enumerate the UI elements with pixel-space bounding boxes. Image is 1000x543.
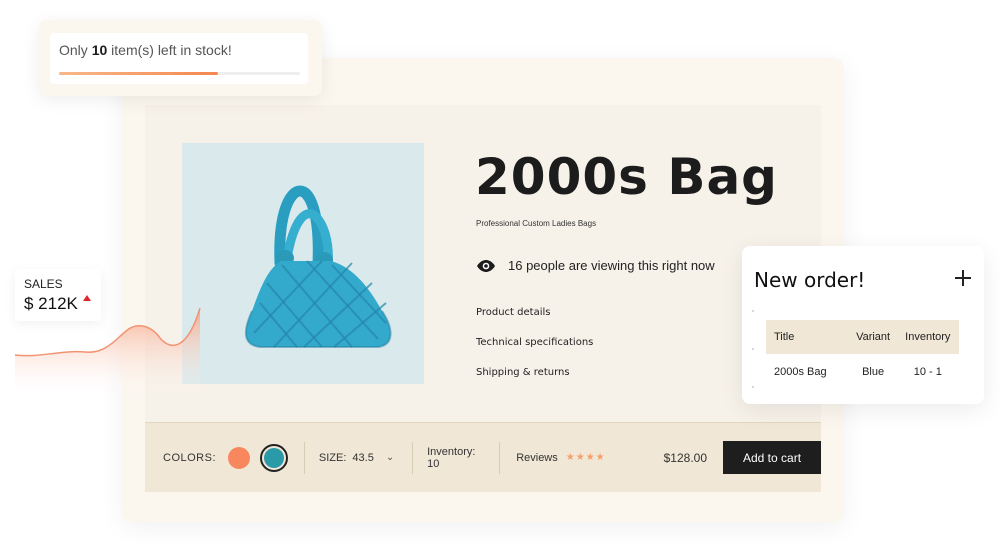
color-swatch-blue <box>264 447 285 468</box>
link-shipping-returns[interactable]: Shipping & returns <box>476 367 593 378</box>
trend-up-icon <box>83 295 91 301</box>
header-inventory: Inventory <box>896 320 959 354</box>
price-section: $128.00 Add to cart <box>606 423 822 492</box>
stock-progress-fill <box>59 72 219 75</box>
stock-suffix: item(s) left in stock! <box>107 42 232 58</box>
stock-card: Only 10 item(s) left in stock! <box>39 20 322 96</box>
cell-variant: Blue <box>862 366 885 378</box>
link-technical-specifications[interactable]: Technical specifications <box>476 337 593 348</box>
size-value: 43.5 <box>352 451 374 464</box>
inventory-text: Inventory: 10 <box>427 445 476 470</box>
colors-section: COLORS: <box>145 423 304 492</box>
color-swatch-orange[interactable] <box>228 446 251 469</box>
header-variant: Variant <box>849 320 897 354</box>
plus-icon[interactable] <box>955 270 971 286</box>
bag-illustration <box>244 185 392 348</box>
product-page-mockup: 2000s Bag Professional Custom Ladies Bag… <box>0 0 1000 543</box>
table-header-row: Title Variant Inventory <box>766 320 959 354</box>
reviews-section[interactable]: Reviews ★★★★ <box>500 423 605 492</box>
viewers-notice: 16 people are viewing this right now <box>476 258 715 273</box>
color-swatch-blue-selected[interactable] <box>260 443 289 472</box>
side-dots <box>752 308 755 388</box>
star-rating-icon: ★★★★ <box>565 452 606 463</box>
cell-title: 2000s Bag <box>774 366 827 378</box>
product-subtitle: Professional Custom Ladies Bags <box>476 219 597 228</box>
product-title: 2000s Bag <box>475 148 778 206</box>
sales-label: SALES <box>24 277 63 291</box>
size-selector[interactable]: SIZE: 43.5 ⌄ <box>305 423 412 492</box>
inventory-section: Inventory: 10 <box>413 423 499 492</box>
sales-card: SALES $ 212K <box>15 269 101 321</box>
size-label: SIZE: <box>318 451 347 464</box>
stock-card-inner: Only 10 item(s) left in stock! <box>50 33 308 84</box>
eye-icon <box>477 259 495 272</box>
price: $128.00 <box>663 450 708 465</box>
stock-prefix: Only <box>59 42 92 58</box>
table-row: 2000s Bag Blue 10 - 1 <box>766 354 959 390</box>
header-title: Title <box>766 320 850 354</box>
stock-count: 10 <box>91 42 108 58</box>
link-product-details[interactable]: Product details <box>476 307 593 318</box>
product-image <box>182 143 424 384</box>
add-to-cart-button[interactable]: Add to cart <box>723 441 822 474</box>
product-links: Product details Technical specifications… <box>476 307 593 397</box>
colors-label: COLORS: <box>163 451 217 464</box>
new-order-title: New order! <box>754 268 866 292</box>
stock-text: Only 10 item(s) left in stock! <box>59 42 232 58</box>
cell-inventory: 10 - 1 <box>913 366 942 378</box>
order-table: Title Variant Inventory 2000s Bag Blue 1… <box>766 320 959 390</box>
reviews-label: Reviews <box>516 451 558 464</box>
sales-value: $ 212K <box>24 294 78 313</box>
stock-progress-track <box>59 72 300 75</box>
viewers-text: 16 people are viewing this right now <box>508 258 715 273</box>
purchase-bar: COLORS: SIZE: 43.5 ⌄ Inventory: 10 Revie… <box>145 422 822 492</box>
new-order-card: New order! Title Variant Inventory 2000s… <box>742 246 984 404</box>
chevron-down-icon: ⌄ <box>385 452 395 463</box>
